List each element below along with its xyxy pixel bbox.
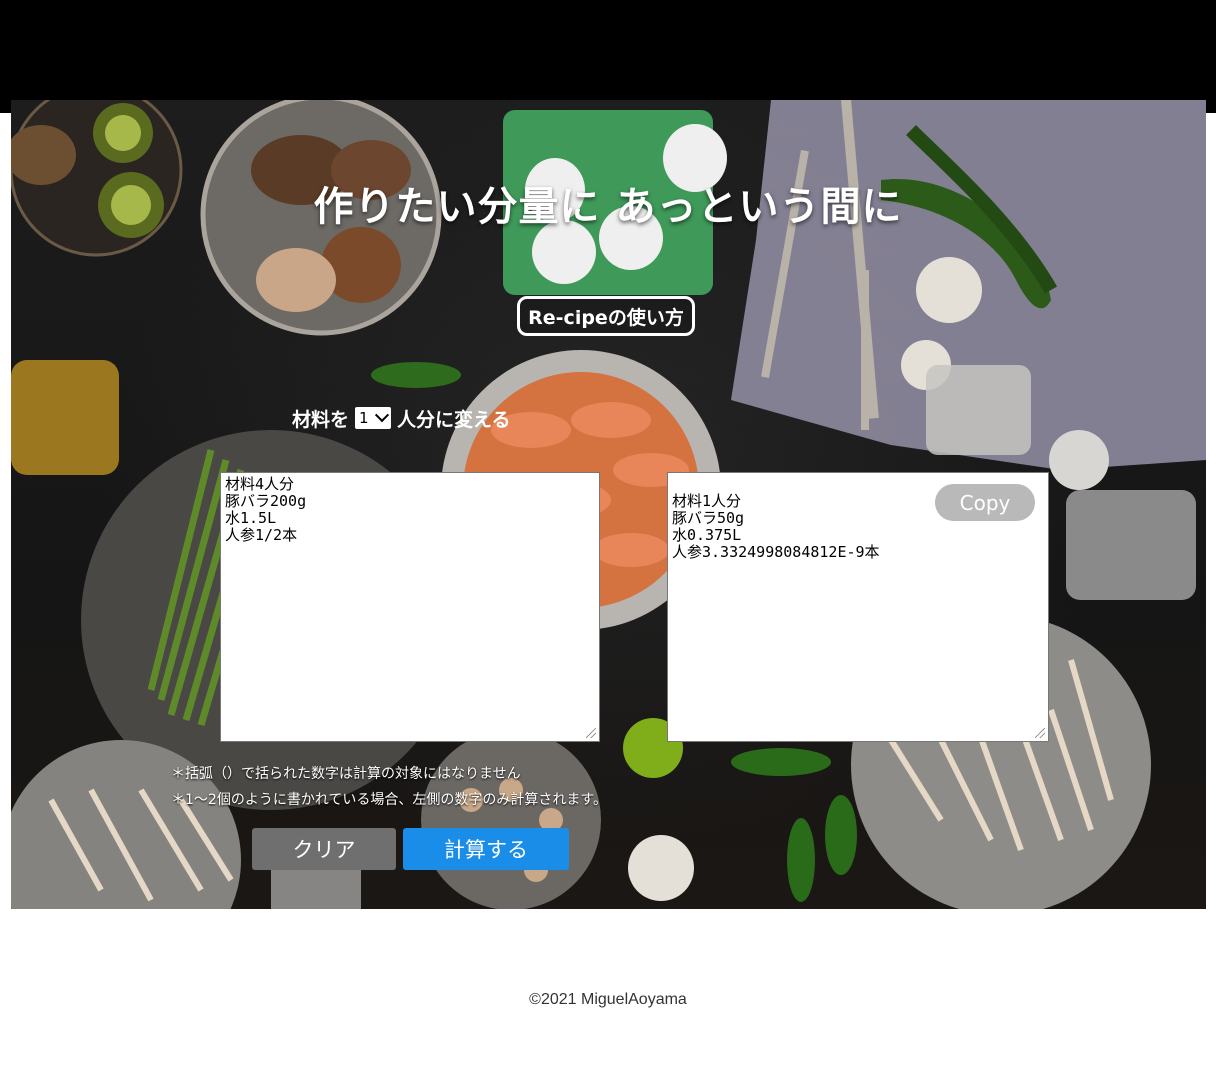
input-resize-handle[interactable] — [586, 728, 596, 738]
top-bar — [0, 0, 1216, 113]
chevron-down-icon — [374, 408, 390, 423]
calculate-button[interactable]: 計算する — [403, 828, 569, 870]
servings-suffix: 人分に変える — [397, 408, 511, 431]
servings-row: 材料を 1 人分に変える — [292, 404, 510, 432]
how-to-use-button[interactable]: Re-cipeの使い方 — [517, 296, 695, 336]
footer-copyright: ©2021 MiguelAoyama — [529, 991, 687, 1008]
servings-prefix: 材料を — [292, 408, 350, 431]
servings-selected-value: 1 — [359, 409, 369, 427]
ingredients-input[interactable]: 材料4人分 豚バラ200g 水1.5L 人参1/2本 — [220, 472, 600, 742]
copy-button[interactable]: Copy — [935, 484, 1035, 521]
headline: 作りたい分量に あっという間に — [313, 184, 903, 230]
clear-button[interactable]: クリア — [252, 828, 396, 870]
note-parentheses: ＊括弧（）で括られた数字は計算の対象にはなりません — [171, 766, 521, 782]
output-resize-handle[interactable] — [1035, 728, 1045, 738]
note-range: ＊1〜2個のように書かれている場合、左側の数字のみ計算されます。 — [171, 792, 607, 808]
servings-select[interactable]: 1 — [355, 407, 392, 429]
